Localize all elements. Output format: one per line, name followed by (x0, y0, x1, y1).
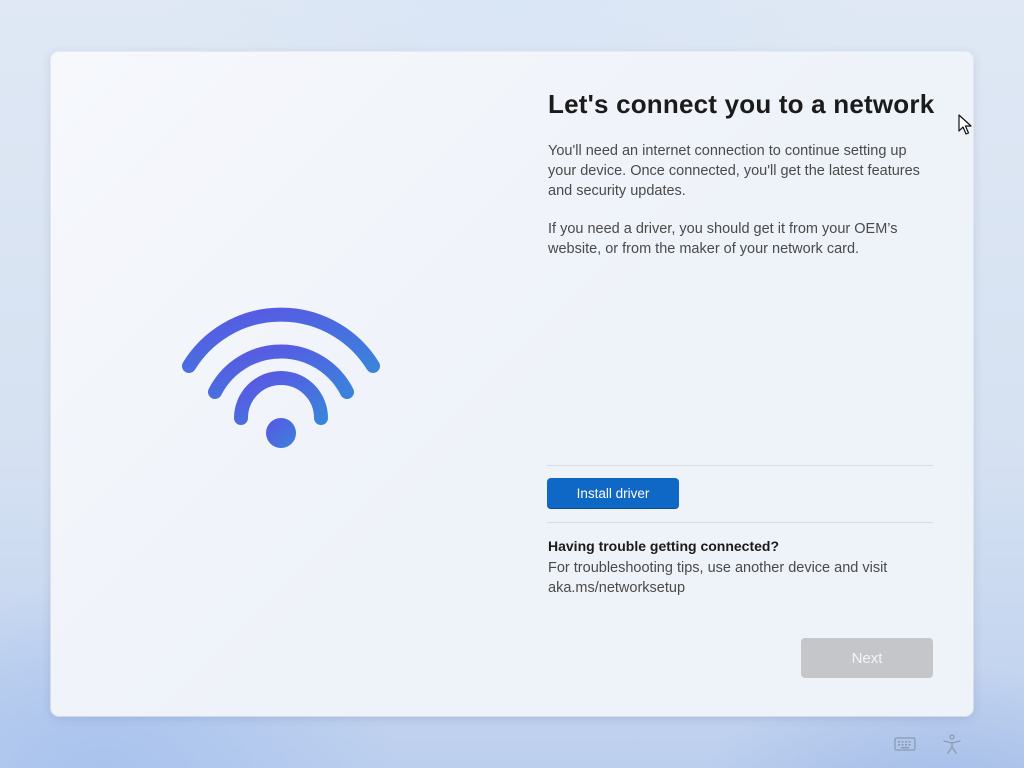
wifi-illustration (181, 307, 381, 457)
driver-note-text: If you need a driver, you should get it … (548, 221, 898, 257)
setup-card: Let's connect you to a network You'll ne… (51, 52, 973, 716)
wifi-icon (182, 307, 380, 448)
install-driver-button[interactable]: Install driver (547, 478, 679, 509)
divider-top (547, 465, 933, 466)
accessibility-icon[interactable] (940, 733, 964, 755)
divider-bottom (547, 522, 933, 523)
keyboard-icon[interactable] (893, 733, 917, 755)
mouse-cursor-icon (958, 114, 974, 136)
wifi-arc-inner (234, 371, 328, 425)
content-panel: Let's connect you to a network You'll ne… (548, 88, 935, 259)
next-button[interactable]: Next (801, 638, 933, 678)
troubleshooting-heading: Having trouble getting connected? (548, 538, 780, 554)
troubleshooting-text: For troubleshooting tips, use another de… (548, 560, 888, 596)
wifi-dot (266, 418, 296, 448)
page-title: Let's connect you to a network (548, 89, 935, 119)
description-text: You'll need an internet connection to co… (548, 143, 920, 199)
troubleshooting-section: Having trouble getting connected? For tr… (548, 536, 935, 598)
